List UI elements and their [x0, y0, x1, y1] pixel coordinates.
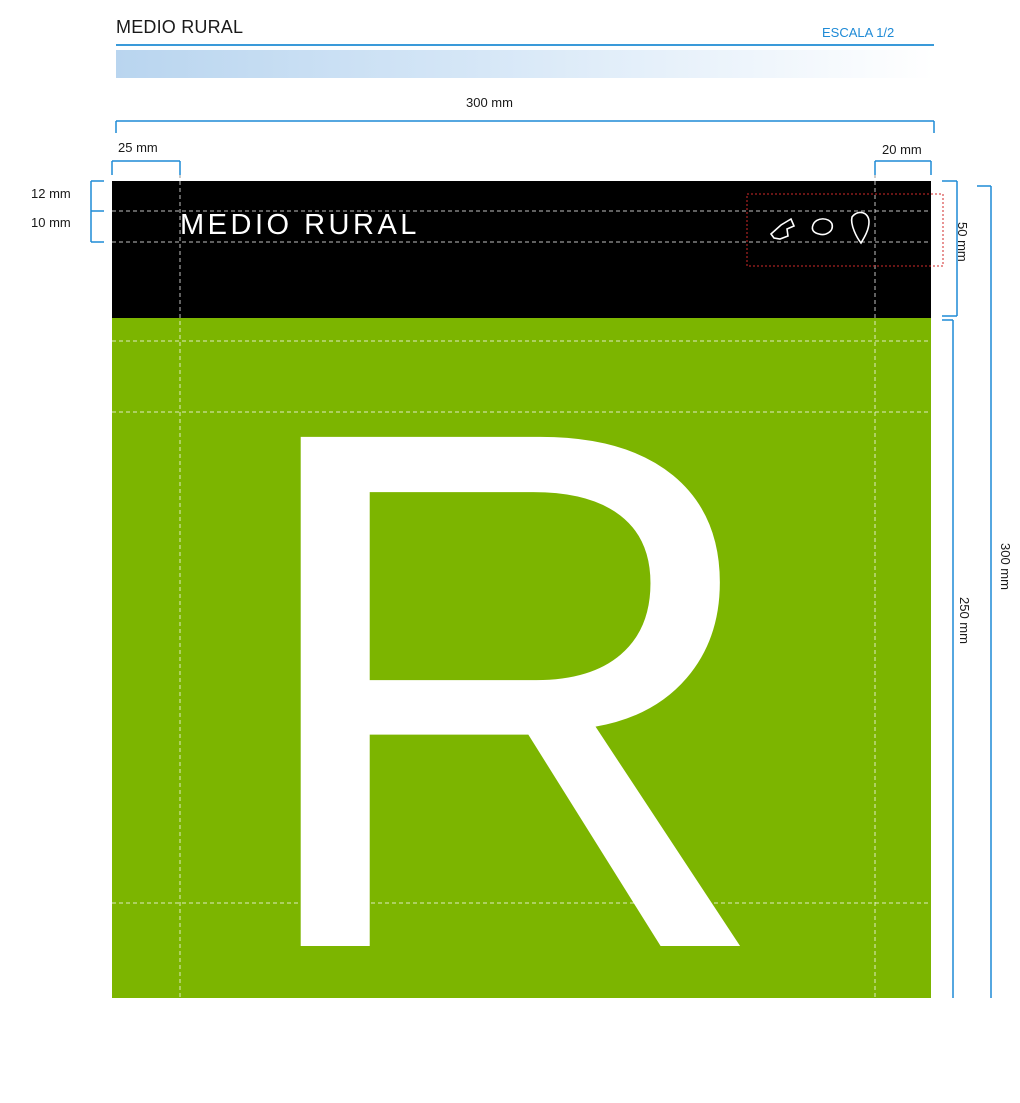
height-brackets-right — [942, 180, 958, 998]
height-brackets-left — [90, 180, 104, 243]
left-margin-bracket — [111, 160, 181, 175]
island-icon — [811, 218, 834, 236]
outer-guides — [179, 175, 876, 181]
guide-lines — [112, 181, 931, 998]
right-margin-bracket — [874, 160, 932, 175]
island-icon — [850, 211, 870, 245]
total-height-bracket — [977, 185, 992, 998]
width-bracket — [115, 120, 935, 133]
dimension-overlay — [90, 120, 992, 998]
island-icon — [769, 217, 796, 240]
